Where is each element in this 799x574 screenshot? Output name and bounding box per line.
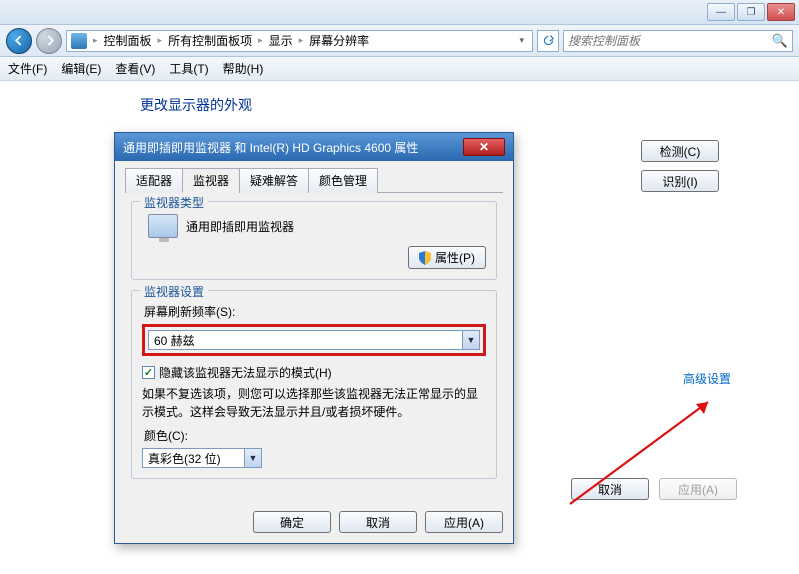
color-value: 真彩色(32 位) <box>143 450 244 467</box>
nav-row: ▸ 控制面板 ▸ 所有控制面板项 ▸ 显示 ▸ 屏幕分辨率 ▾ 🔍 <box>0 25 799 57</box>
search-box[interactable]: 🔍 <box>563 30 793 52</box>
forward-button[interactable] <box>36 28 62 54</box>
refresh-rate-combo[interactable]: 60 赫兹 ▼ <box>148 330 480 350</box>
menu-bar: 文件(F) 编辑(E) 查看(V) 工具(T) 帮助(H) <box>0 57 799 81</box>
refresh-rate-value: 60 赫兹 <box>149 332 462 349</box>
refresh-button[interactable] <box>537 30 559 52</box>
dialog-apply-button[interactable]: 应用(A) <box>425 511 503 533</box>
shield-icon <box>419 251 431 265</box>
properties-dialog: 通用即插即用监视器 和 Intel(R) HD Graphics 4600 属性… <box>114 132 514 544</box>
breadcrumb-sep: ▸ <box>158 35 163 46</box>
address-dropdown[interactable]: ▾ <box>515 35 528 46</box>
monitor-type-title: 监视器类型 <box>140 194 208 211</box>
menu-file[interactable]: 文件(F) <box>8 60 47 77</box>
dialog-titlebar[interactable]: 通用即插即用监视器 和 Intel(R) HD Graphics 4600 属性… <box>115 133 513 161</box>
hide-modes-checkbox[interactable]: ✓ <box>142 366 155 379</box>
window-titlebar: — ❐ ✕ <box>0 0 799 25</box>
tab-color[interactable]: 颜色管理 <box>308 168 378 193</box>
content-area: 更改显示器的外观 <box>0 81 799 115</box>
menu-edit[interactable]: 编辑(E) <box>61 60 101 77</box>
content-footer-buttons: 取消 应用(A) <box>571 478 737 500</box>
breadcrumb-sep: ▸ <box>258 35 263 46</box>
search-icon: 🔍 <box>772 33 788 49</box>
breadcrumb-sep: ▸ <box>93 35 98 46</box>
breadcrumb-1[interactable]: 控制面板 <box>104 32 152 49</box>
content-apply-button: 应用(A) <box>659 478 737 500</box>
identify-button[interactable]: 识别(I) <box>641 170 719 192</box>
breadcrumb-3[interactable]: 显示 <box>269 32 293 49</box>
control-panel-icon <box>71 33 87 49</box>
refresh-rate-label: 屏幕刷新频率(S): <box>144 303 486 320</box>
dialog-ok-button[interactable]: 确定 <box>253 511 331 533</box>
dialog-title: 通用即插即用监视器 和 Intel(R) HD Graphics 4600 属性 <box>123 139 418 156</box>
dialog-close-button[interactable]: ✕ <box>463 138 505 156</box>
tab-troubleshoot[interactable]: 疑难解答 <box>239 168 309 193</box>
hide-modes-label: 隐藏该监视器无法显示的模式(H) <box>159 364 332 381</box>
chevron-down-icon[interactable]: ▼ <box>244 449 261 467</box>
detect-button[interactable]: 检测(C) <box>641 140 719 162</box>
highlight-box: 60 赫兹 ▼ <box>142 324 486 356</box>
back-button[interactable] <box>6 28 32 54</box>
monitor-settings-title: 监视器设置 <box>140 283 208 300</box>
color-label: 颜色(C): <box>144 427 486 444</box>
chevron-down-icon[interactable]: ▼ <box>462 331 479 349</box>
dialog-cancel-button[interactable]: 取消 <box>339 511 417 533</box>
menu-help[interactable]: 帮助(H) <box>223 60 264 77</box>
monitor-settings-group: 监视器设置 屏幕刷新频率(S): 60 赫兹 ▼ ✓ 隐藏该监视器无法显示的模式… <box>131 290 497 479</box>
monitor-type-group: 监视器类型 通用即插即用监视器 属性(P) <box>131 201 497 280</box>
breadcrumb-sep: ▸ <box>299 35 304 46</box>
breadcrumb-2[interactable]: 所有控制面板项 <box>168 32 252 49</box>
tab-monitor[interactable]: 监视器 <box>182 168 240 193</box>
properties-button-label: 属性(P) <box>435 249 475 266</box>
color-combo[interactable]: 真彩色(32 位) ▼ <box>142 448 262 468</box>
content-cancel-button[interactable]: 取消 <box>571 478 649 500</box>
menu-tools[interactable]: 工具(T) <box>169 60 208 77</box>
hide-modes-note: 如果不复选该项，则您可以选择那些该监视器无法正常显示的显示模式。这样会导致无法显… <box>142 385 486 421</box>
breadcrumb-4[interactable]: 屏幕分辨率 <box>309 32 369 49</box>
page-title: 更改显示器的外观 <box>140 95 799 115</box>
monitor-properties-button[interactable]: 属性(P) <box>408 246 486 269</box>
close-button[interactable]: ✕ <box>767 3 795 21</box>
monitor-icon <box>148 214 178 238</box>
tab-adapter[interactable]: 适配器 <box>125 168 183 193</box>
monitor-name: 通用即插即用监视器 <box>186 218 294 235</box>
advanced-settings-link[interactable]: 高级设置 <box>683 370 731 387</box>
address-bar[interactable]: ▸ 控制面板 ▸ 所有控制面板项 ▸ 显示 ▸ 屏幕分辨率 ▾ <box>66 30 533 52</box>
dialog-tabs: 适配器 监视器 疑难解答 颜色管理 <box>125 167 503 193</box>
maximize-button[interactable]: ❐ <box>737 3 765 21</box>
dialog-footer: 确定 取消 应用(A) <box>115 503 513 543</box>
search-input[interactable] <box>568 34 772 48</box>
right-buttons: 检测(C) 识别(I) <box>641 140 719 192</box>
minimize-button[interactable]: — <box>707 3 735 21</box>
menu-view[interactable]: 查看(V) <box>115 60 155 77</box>
